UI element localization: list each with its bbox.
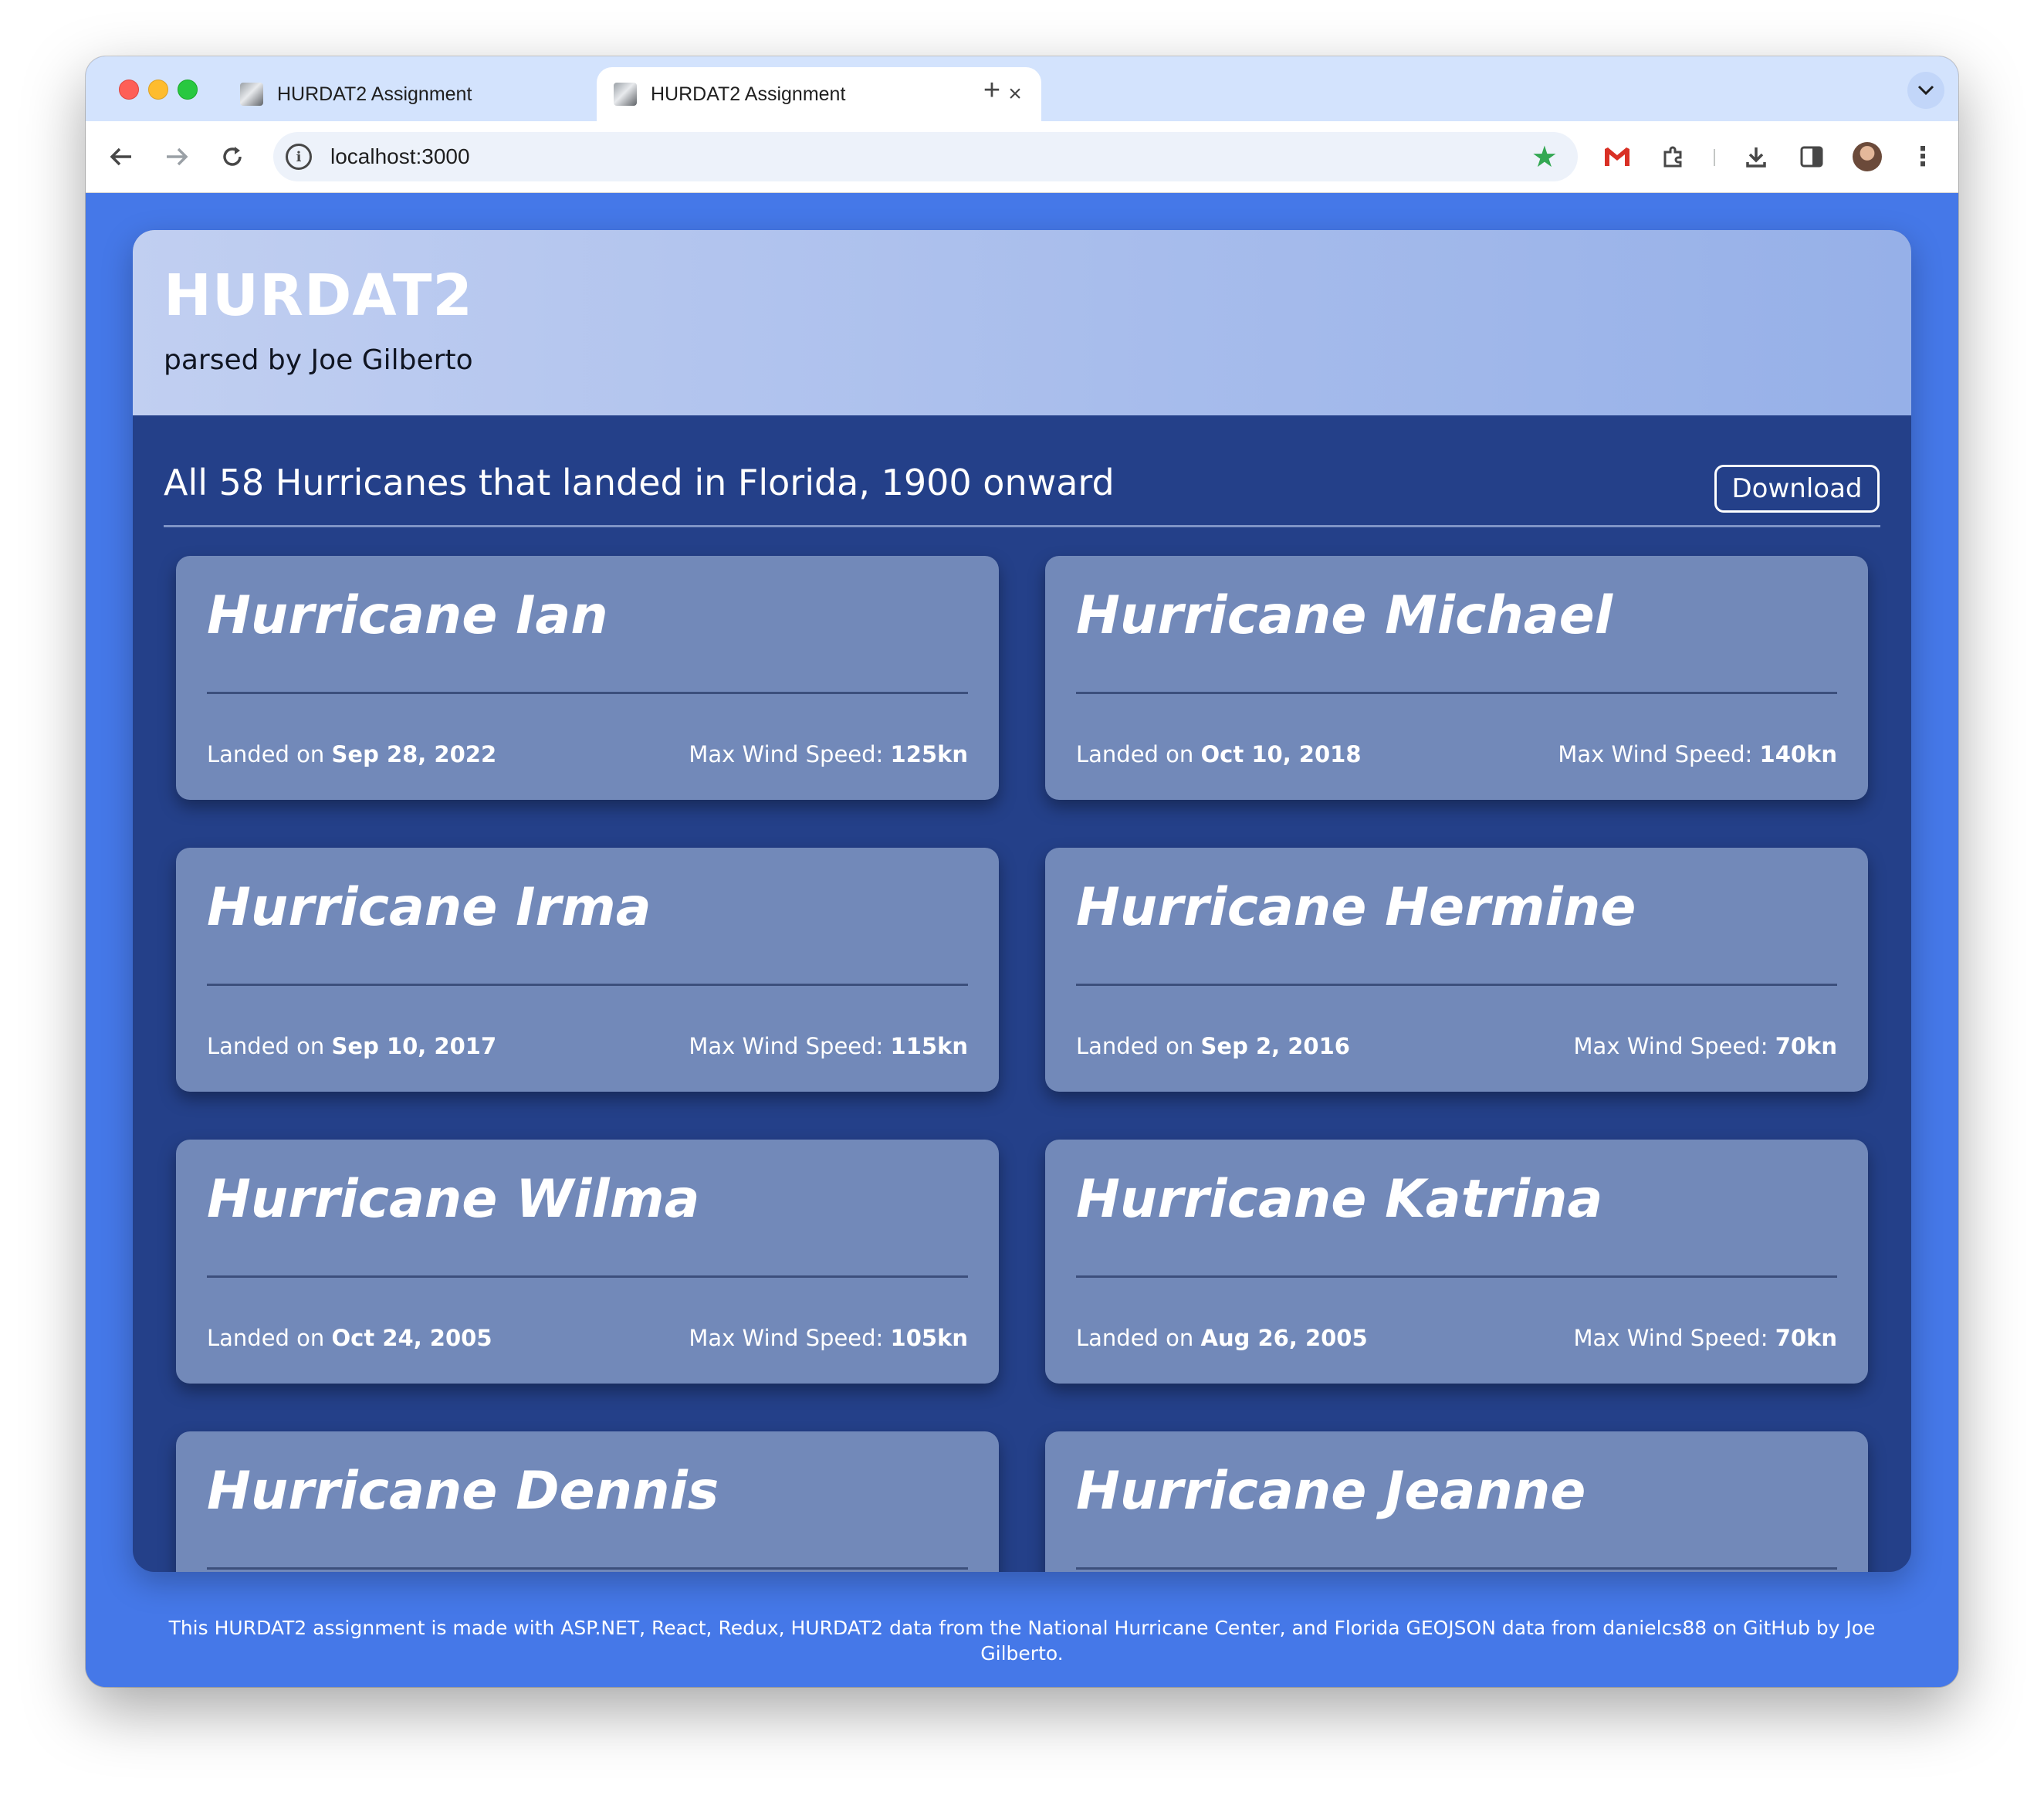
max-wind-label: Max Wind Speed:	[689, 1033, 884, 1059]
landed-label: Landed on	[1076, 1033, 1194, 1059]
download-button[interactable]: Download	[1714, 465, 1880, 513]
max-wind-line: Max Wind Speed: 140kn	[1558, 741, 1837, 767]
landed-label: Landed on	[207, 741, 325, 767]
footer-credits: This HURDAT2 assignment is made with ASP…	[168, 1617, 1876, 1665]
page-subtitle: parsed by Joe Gilberto	[164, 344, 473, 376]
kebab-menu-icon[interactable]: ⋮	[1904, 138, 1941, 175]
max-wind-label: Max Wind Speed:	[689, 1325, 884, 1351]
tab-title: HURDAT2 Assignment	[277, 83, 472, 105]
landed-date-line: Landed on Oct 24, 2005	[207, 1325, 492, 1351]
max-wind-value: 140kn	[1759, 741, 1837, 767]
new-tab-button[interactable]: +	[975, 73, 1009, 107]
app-header: HURDAT2 parsed by Joe Gilberto	[133, 230, 1911, 415]
landed-label: Landed on	[1076, 1325, 1194, 1351]
card-divider	[207, 692, 968, 694]
landed-label: Landed on	[1076, 741, 1194, 767]
hurricane-card[interactable]: Hurricane Irma Landed on Sep 10, 2017 Ma…	[176, 848, 999, 1092]
puzzle-icon[interactable]	[1655, 138, 1692, 175]
card-divider	[207, 984, 968, 986]
landed-date: Oct 24, 2005	[331, 1325, 492, 1351]
hurricane-card[interactable]: Hurricane Jeanne	[1045, 1431, 1868, 1572]
tab-search-chevron-icon[interactable]	[1907, 72, 1944, 109]
favicon-icon	[614, 83, 637, 106]
hurricane-name: Hurricane Michael	[1076, 585, 1613, 646]
max-wind-value: 125kn	[890, 741, 968, 767]
max-wind-line: Max Wind Speed: 105kn	[689, 1325, 968, 1351]
arrow-left-icon[interactable]	[103, 138, 140, 175]
tab-title: HURDAT2 Assignment	[651, 83, 846, 105]
card-divider	[1076, 692, 1837, 694]
tab-strip: HURDAT2 Assignment × HURDAT2 Assignment …	[86, 56, 1958, 121]
toolbar-divider	[1714, 149, 1715, 166]
close-window-button[interactable]	[119, 80, 139, 100]
hurricane-card[interactable]: Hurricane Ian Landed on Sep 28, 2022 Max…	[176, 556, 999, 800]
browser-toolbar: i localhost:3000 ★ ⋮	[86, 121, 1958, 193]
hurricane-card[interactable]: Hurricane Wilma Landed on Oct 24, 2005 M…	[176, 1140, 999, 1384]
section-title: All 58 Hurricanes that landed in Florida…	[164, 462, 1115, 503]
landed-date-line: Landed on Aug 26, 2005	[1076, 1325, 1368, 1351]
max-wind-value: 115kn	[890, 1033, 968, 1059]
page-content: HURDAT2 parsed by Joe Gilberto All 58 Hu…	[86, 193, 1958, 1687]
hurricane-name: Hurricane Irma	[207, 877, 651, 938]
favicon-icon	[240, 83, 263, 106]
landed-date: Aug 26, 2005	[1200, 1325, 1368, 1351]
url-text[interactable]: localhost:3000	[330, 144, 1531, 169]
app-panel: HURDAT2 parsed by Joe Gilberto All 58 Hu…	[133, 230, 1911, 1572]
landed-date-line: Landed on Sep 2, 2016	[1076, 1033, 1350, 1059]
browser-window: HURDAT2 Assignment × HURDAT2 Assignment …	[86, 56, 1958, 1687]
landed-date: Sep 10, 2017	[331, 1033, 497, 1059]
hurricane-name: Hurricane Dennis	[207, 1461, 719, 1522]
max-wind-value: 70kn	[1775, 1033, 1837, 1059]
avatar-icon[interactable]	[1849, 138, 1886, 175]
arrow-right-icon[interactable]	[158, 138, 195, 175]
landed-label: Landed on	[207, 1033, 325, 1059]
info-icon[interactable]: i	[286, 144, 312, 170]
card-divider	[1076, 1275, 1837, 1278]
hurricane-name: Hurricane Hermine	[1076, 877, 1636, 938]
card-divider	[1076, 1567, 1837, 1570]
side-panel-icon[interactable]	[1793, 138, 1830, 175]
card-divider	[1076, 984, 1837, 986]
hurricane-name: Hurricane Ian	[207, 585, 608, 646]
max-wind-label: Max Wind Speed:	[1558, 741, 1753, 767]
maximize-window-button[interactable]	[178, 80, 198, 100]
card-divider	[207, 1567, 968, 1570]
hurricane-card[interactable]: Hurricane Dennis	[176, 1431, 999, 1572]
max-wind-label: Max Wind Speed:	[689, 741, 884, 767]
landed-date: Sep 28, 2022	[331, 741, 497, 767]
address-bar[interactable]: i localhost:3000 ★	[273, 132, 1578, 181]
hurricane-card[interactable]: Hurricane Hermine Landed on Sep 2, 2016 …	[1045, 848, 1868, 1092]
hurricane-name: Hurricane Wilma	[207, 1169, 700, 1230]
max-wind-line: Max Wind Speed: 115kn	[689, 1033, 968, 1059]
hurricane-card[interactable]: Hurricane Michael Landed on Oct 10, 2018…	[1045, 556, 1868, 800]
landed-label: Landed on	[207, 1325, 325, 1351]
hurricane-name: Hurricane Katrina	[1076, 1169, 1603, 1230]
max-wind-label: Max Wind Speed:	[1573, 1325, 1768, 1351]
max-wind-line: Max Wind Speed: 70kn	[1574, 1033, 1837, 1059]
hurricane-card[interactable]: Hurricane Katrina Landed on Aug 26, 2005…	[1045, 1140, 1868, 1384]
max-wind-value: 70kn	[1775, 1325, 1837, 1351]
card-divider	[207, 1275, 968, 1278]
landed-date-line: Landed on Oct 10, 2018	[1076, 741, 1362, 767]
max-wind-label: Max Wind Speed:	[1573, 1033, 1768, 1059]
page-title: HURDAT2	[164, 263, 473, 329]
download-icon[interactable]	[1738, 138, 1775, 175]
landed-date: Sep 2, 2016	[1200, 1033, 1350, 1059]
section-divider	[164, 525, 1880, 527]
landed-date: Oct 10, 2018	[1200, 741, 1362, 767]
gmail-icon[interactable]	[1599, 138, 1636, 175]
max-wind-value: 105kn	[890, 1325, 968, 1351]
landed-date-line: Landed on Sep 10, 2017	[207, 1033, 496, 1059]
max-wind-line: Max Wind Speed: 125kn	[689, 741, 968, 767]
reload-icon[interactable]	[214, 138, 251, 175]
max-wind-line: Max Wind Speed: 70kn	[1574, 1325, 1837, 1351]
star-icon[interactable]: ★	[1531, 140, 1558, 174]
landed-date-line: Landed on Sep 28, 2022	[207, 741, 496, 767]
hurricane-name: Hurricane Jeanne	[1076, 1461, 1586, 1522]
minimize-window-button[interactable]	[148, 80, 168, 100]
